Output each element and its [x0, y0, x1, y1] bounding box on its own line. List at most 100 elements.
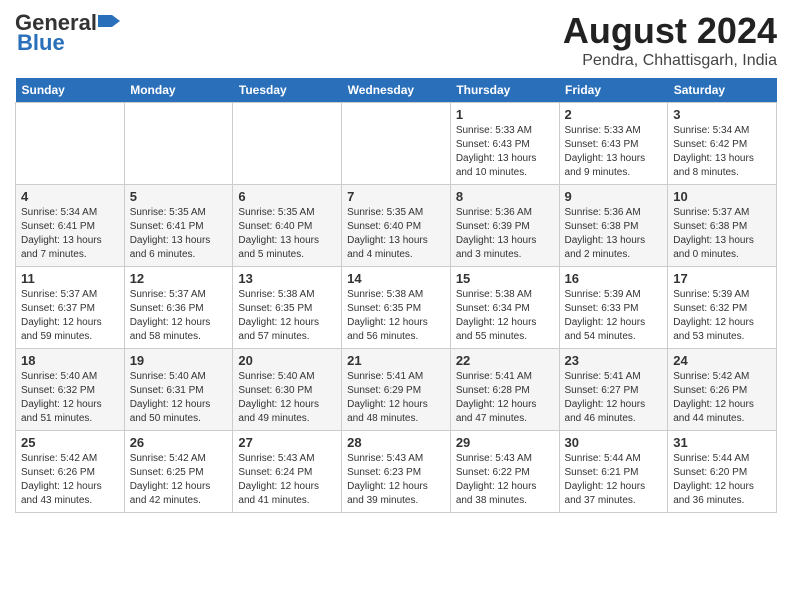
week-row-0: 1 Sunrise: 5:33 AM Sunset: 6:43 PM Daylig…	[16, 103, 777, 185]
day-number: 5	[130, 189, 228, 204]
header-friday: Friday	[559, 78, 668, 103]
day-info: Sunrise: 5:37 AM Sunset: 6:36 PM Dayligh…	[130, 288, 228, 344]
page-header: General Blue August 2024 Pendra, Chhatti…	[15, 10, 777, 70]
calendar-cell	[342, 103, 451, 185]
calendar-cell: 8Sunrise: 5:36 AM Sunset: 6:39 PM Daylig…	[450, 185, 559, 267]
calendar-cell: 25 Sunrise: 5:42 AM Sunset: 6:26 PM Dayli…	[16, 431, 125, 513]
day-number: 10	[673, 189, 771, 204]
calendar-cell: 28Sunrise: 5:43 AM Sunset: 6:23 PM Dayli…	[342, 431, 451, 513]
calendar-cell: 6Sunrise: 5:35 AM Sunset: 6:40 PM Daylig…	[233, 185, 342, 267]
calendar-cell: 15 Sunrise: 5:38 AM Sunset: 6:34 PM Dayli…	[450, 267, 559, 349]
day-number: 26	[130, 435, 228, 450]
logo-blue-text: Blue	[17, 30, 65, 56]
day-number: 7	[347, 189, 445, 204]
day-info: Sunrise: 5:33 AM Sunset: 6:43 PM Dayligh…	[456, 124, 554, 180]
day-info: Sunrise: 5:42 AM Sunset: 6:26 PM Dayligh…	[673, 370, 771, 426]
calendar-cell: 26 Sunrise: 5:42 AM Sunset: 6:25 PM Dayli…	[124, 431, 233, 513]
calendar-cell: 7 Sunrise: 5:35 AM Sunset: 6:40 PM Daylig…	[342, 185, 451, 267]
calendar-cell: 13 Sunrise: 5:38 AM Sunset: 6:35 PM Dayli…	[233, 267, 342, 349]
calendar-cell	[16, 103, 125, 185]
day-number: 16	[565, 271, 663, 286]
day-number: 13	[238, 271, 336, 286]
day-number: 22	[456, 353, 554, 368]
month-year-title: August 2024	[563, 10, 777, 52]
calendar-cell: 18Sunrise: 5:40 AM Sunset: 6:32 PM Dayli…	[16, 349, 125, 431]
day-info: Sunrise: 5:43 AM Sunset: 6:24 PM Dayligh…	[238, 452, 336, 508]
day-info: Sunrise: 5:38 AM Sunset: 6:35 PM Dayligh…	[238, 288, 336, 344]
calendar-cell: 4 Sunrise: 5:34 AM Sunset: 6:41 PM Daylig…	[16, 185, 125, 267]
calendar-cell: 24 Sunrise: 5:42 AM Sunset: 6:26 PM Dayli…	[668, 349, 777, 431]
day-info: Sunrise: 5:41 AM Sunset: 6:27 PM Dayligh…	[565, 370, 663, 426]
day-info: Sunrise: 5:44 AM Sunset: 6:20 PM Dayligh…	[673, 452, 771, 508]
calendar-cell: 10Sunrise: 5:37 AM Sunset: 6:38 PM Dayli…	[668, 185, 777, 267]
calendar-cell: 2 Sunrise: 5:33 AM Sunset: 6:43 PM Daylig…	[559, 103, 668, 185]
header-thursday: Thursday	[450, 78, 559, 103]
header-sunday: Sunday	[16, 78, 125, 103]
day-info: Sunrise: 5:37 AM Sunset: 6:37 PM Dayligh…	[21, 288, 119, 344]
calendar-cell: 27 Sunrise: 5:43 AM Sunset: 6:24 PM Dayli…	[233, 431, 342, 513]
day-number: 1	[456, 107, 554, 122]
calendar-cell: 19Sunrise: 5:40 AM Sunset: 6:31 PM Dayli…	[124, 349, 233, 431]
week-row-4: 25 Sunrise: 5:42 AM Sunset: 6:26 PM Dayli…	[16, 431, 777, 513]
calendar-header-row: SundayMondayTuesdayWednesdayThursdayFrid…	[16, 78, 777, 103]
day-number: 17	[673, 271, 771, 286]
day-number: 24	[673, 353, 771, 368]
day-info: Sunrise: 5:43 AM Sunset: 6:22 PM Dayligh…	[456, 452, 554, 508]
header-saturday: Saturday	[668, 78, 777, 103]
day-number: 21	[347, 353, 445, 368]
day-number: 31	[673, 435, 771, 450]
calendar-cell: 22 Sunrise: 5:41 AM Sunset: 6:28 PM Dayli…	[450, 349, 559, 431]
day-info: Sunrise: 5:38 AM Sunset: 6:34 PM Dayligh…	[456, 288, 554, 344]
day-info: Sunrise: 5:42 AM Sunset: 6:25 PM Dayligh…	[130, 452, 228, 508]
day-info: Sunrise: 5:40 AM Sunset: 6:31 PM Dayligh…	[130, 370, 228, 426]
day-number: 8	[456, 189, 554, 204]
day-info: Sunrise: 5:33 AM Sunset: 6:43 PM Dayligh…	[565, 124, 663, 180]
day-info: Sunrise: 5:40 AM Sunset: 6:32 PM Dayligh…	[21, 370, 119, 426]
calendar-cell: 12 Sunrise: 5:37 AM Sunset: 6:36 PM Dayli…	[124, 267, 233, 349]
calendar-cell: 31 Sunrise: 5:44 AM Sunset: 6:20 PM Dayli…	[668, 431, 777, 513]
day-number: 12	[130, 271, 228, 286]
calendar-cell: 3Sunrise: 5:34 AM Sunset: 6:42 PM Daylig…	[668, 103, 777, 185]
calendar-cell	[233, 103, 342, 185]
location-text: Pendra, Chhattisgarh, India	[563, 52, 777, 70]
day-number: 15	[456, 271, 554, 286]
day-info: Sunrise: 5:38 AM Sunset: 6:35 PM Dayligh…	[347, 288, 445, 344]
calendar-cell: 17 Sunrise: 5:39 AM Sunset: 6:32 PM Dayli…	[668, 267, 777, 349]
calendar-cell: 29 Sunrise: 5:43 AM Sunset: 6:22 PM Dayli…	[450, 431, 559, 513]
day-info: Sunrise: 5:40 AM Sunset: 6:30 PM Dayligh…	[238, 370, 336, 426]
calendar-table: SundayMondayTuesdayWednesdayThursdayFrid…	[15, 78, 777, 513]
day-number: 6	[238, 189, 336, 204]
day-number: 14	[347, 271, 445, 286]
day-info: Sunrise: 5:44 AM Sunset: 6:21 PM Dayligh…	[565, 452, 663, 508]
calendar-cell: 5 Sunrise: 5:35 AM Sunset: 6:41 PM Daylig…	[124, 185, 233, 267]
day-number: 23	[565, 353, 663, 368]
logo: General Blue	[15, 10, 120, 56]
calendar-cell: 11Sunrise: 5:37 AM Sunset: 6:37 PM Dayli…	[16, 267, 125, 349]
day-info: Sunrise: 5:35 AM Sunset: 6:41 PM Dayligh…	[130, 206, 228, 262]
week-row-3: 18Sunrise: 5:40 AM Sunset: 6:32 PM Dayli…	[16, 349, 777, 431]
calendar-cell: 1 Sunrise: 5:33 AM Sunset: 6:43 PM Daylig…	[450, 103, 559, 185]
calendar-cell: 16Sunrise: 5:39 AM Sunset: 6:33 PM Dayli…	[559, 267, 668, 349]
day-info: Sunrise: 5:34 AM Sunset: 6:41 PM Dayligh…	[21, 206, 119, 262]
day-number: 29	[456, 435, 554, 450]
week-row-1: 4 Sunrise: 5:34 AM Sunset: 6:41 PM Daylig…	[16, 185, 777, 267]
day-info: Sunrise: 5:42 AM Sunset: 6:26 PM Dayligh…	[21, 452, 119, 508]
day-number: 4	[21, 189, 119, 204]
calendar-cell: 23 Sunrise: 5:41 AM Sunset: 6:27 PM Dayli…	[559, 349, 668, 431]
day-info: Sunrise: 5:43 AM Sunset: 6:23 PM Dayligh…	[347, 452, 445, 508]
header-tuesday: Tuesday	[233, 78, 342, 103]
day-info: Sunrise: 5:41 AM Sunset: 6:28 PM Dayligh…	[456, 370, 554, 426]
title-block: August 2024 Pendra, Chhattisgarh, India	[563, 10, 777, 70]
logo-arrow-icon	[98, 13, 120, 29]
day-info: Sunrise: 5:41 AM Sunset: 6:29 PM Dayligh…	[347, 370, 445, 426]
day-number: 9	[565, 189, 663, 204]
calendar-cell: 21 Sunrise: 5:41 AM Sunset: 6:29 PM Dayli…	[342, 349, 451, 431]
header-wednesday: Wednesday	[342, 78, 451, 103]
day-number: 27	[238, 435, 336, 450]
day-info: Sunrise: 5:39 AM Sunset: 6:32 PM Dayligh…	[673, 288, 771, 344]
day-number: 3	[673, 107, 771, 122]
header-monday: Monday	[124, 78, 233, 103]
day-number: 25	[21, 435, 119, 450]
day-info: Sunrise: 5:35 AM Sunset: 6:40 PM Dayligh…	[347, 206, 445, 262]
day-number: 2	[565, 107, 663, 122]
